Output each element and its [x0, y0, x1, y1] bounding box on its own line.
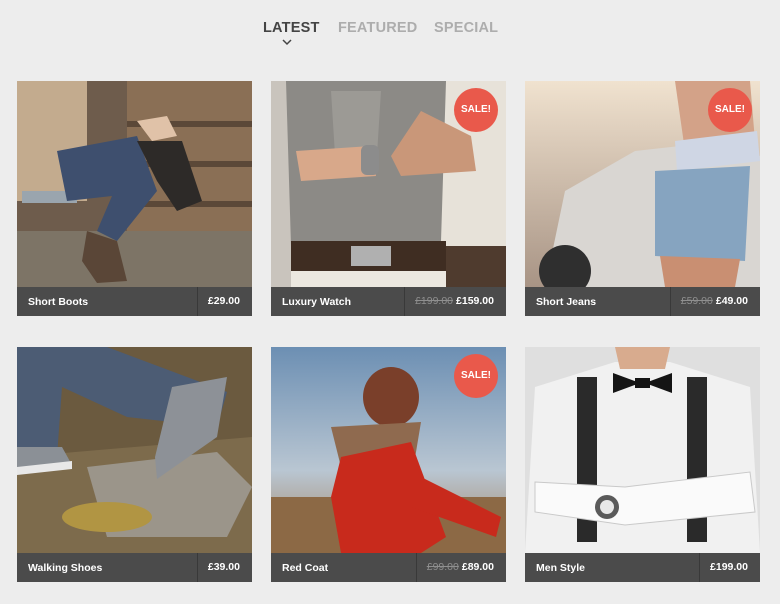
product-card-luxury-watch[interactable]: SALE! Luxury Watch £199.00 £159.00 — [271, 81, 506, 316]
product-info-bar: Red Coat £99.00 £89.00 — [271, 553, 506, 582]
sale-badge: SALE! — [454, 88, 498, 132]
product-name: Walking Shoes — [28, 562, 103, 574]
current-price: £29.00 — [207, 295, 240, 307]
product-name: Short Jeans — [536, 296, 597, 308]
current-price: £199.00 — [710, 561, 748, 573]
product-card-red-coat[interactable]: SALE! Red Coat £99.00 £89.00 — [271, 347, 506, 582]
sale-badge: SALE! — [708, 88, 752, 132]
product-card-short-boots[interactable]: Short Boots £29.00 — [17, 81, 252, 316]
old-price: £59.00 — [680, 295, 713, 307]
product-info-bar: Walking Shoes £39.00 — [17, 553, 252, 582]
product-info-bar: Luxury Watch £199.00 £159.00 — [271, 287, 506, 316]
current-price: £39.00 — [207, 561, 240, 573]
product-name: Red Coat — [282, 562, 329, 574]
old-price: £99.00 — [426, 561, 459, 573]
tab-featured[interactable]: FEATURED — [338, 20, 417, 36]
tab-special[interactable]: SPECIAL — [434, 20, 498, 36]
sale-badge: SALE! — [454, 354, 498, 398]
product-tabs: LATEST FEATURED SPECIAL — [0, 20, 780, 60]
product-image-short-boots — [17, 81, 252, 287]
product-price: £199.00 — [699, 553, 760, 582]
product-name: Short Boots — [28, 296, 89, 308]
current-price: £49.00 — [715, 295, 748, 307]
product-image-men-style — [525, 347, 760, 553]
product-info-bar: Short Jeans £59.00 £49.00 — [525, 287, 760, 316]
product-price: £99.00 £89.00 — [415, 553, 506, 582]
current-price: £159.00 — [456, 295, 494, 307]
product-price: £59.00 £49.00 — [669, 287, 760, 316]
product-price: £39.00 — [196, 553, 252, 582]
product-card-short-jeans[interactable]: SALE! Short Jeans £59.00 £49.00 — [525, 81, 760, 316]
product-price: £199.00 £159.00 — [404, 287, 506, 316]
product-card-walking-shoes[interactable]: Walking Shoes £39.00 — [17, 347, 252, 582]
product-image-walking-shoes — [17, 347, 252, 553]
product-info-bar: Men Style £199.00 — [525, 553, 760, 582]
product-price: £29.00 — [196, 287, 252, 316]
product-name: Luxury Watch — [282, 296, 352, 308]
product-info-bar: Short Boots £29.00 — [17, 287, 252, 316]
old-price: £199.00 — [415, 295, 454, 307]
current-price: £89.00 — [461, 561, 494, 573]
tab-latest[interactable]: LATEST — [263, 20, 320, 36]
product-card-men-style[interactable]: Men Style £199.00 — [525, 347, 760, 582]
chevron-down-icon — [282, 39, 292, 46]
product-name: Men Style — [536, 562, 586, 574]
